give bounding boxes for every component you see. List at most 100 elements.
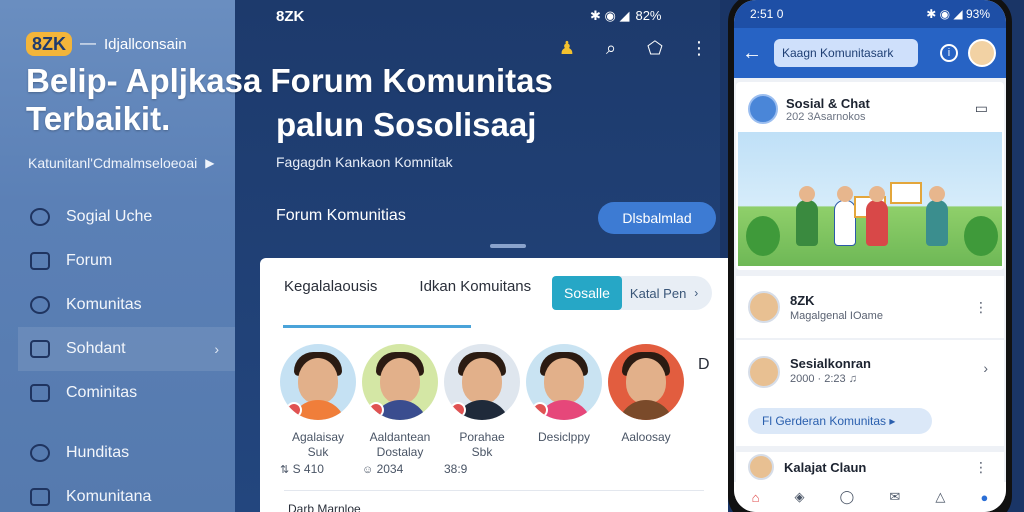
member-meta: ☺ 2034 [362,462,438,476]
more-icon[interactable]: ⋮ [688,38,710,59]
body-shape [618,400,674,420]
search-icon[interactable]: ⌕ [600,38,622,59]
tab-active-indicator [283,325,471,328]
chat-icon[interactable]: ◯ [840,489,855,505]
avatar[interactable] [362,344,438,420]
member-name-line-2: Dostalay [376,445,424,459]
avatar[interactable] [608,344,684,420]
member-name: Aaldantean Dostalay [362,430,438,460]
chevron-right-icon: › [214,341,219,357]
phone-status-icons: ✱ ◉ ◢ 93% [926,7,990,21]
badge-icon [368,402,384,418]
chat-icon [30,252,50,270]
list-item-title: Kalajat Claun [784,459,867,475]
avatar[interactable] [444,344,520,420]
phone-search-input[interactable]: Kaagn Komunitasark [774,39,918,67]
sidebar-item-hunditas[interactable]: Hunditas [18,431,235,475]
mail-icon[interactable]: ✉ [889,489,900,505]
back-arrow-icon[interactable]: ← [742,42,764,65]
member-card[interactable]: Aaldantean Dostalay ☺ 2034 [362,344,438,476]
bell-icon[interactable]: △ [935,489,945,505]
member-meta-value: 38:9 [444,462,468,476]
home-icon[interactable]: ⌂ [752,490,760,505]
sidebar-item-label: Cominitas [66,384,138,401]
card-footer[interactable]: Darb Marnloe [288,502,361,512]
brand-logo[interactable]: 8ZK [26,32,73,56]
head-illustration [929,186,945,202]
sidebar-item-sohdant[interactable]: Sohdant › [18,327,235,371]
tree-illustration [964,216,998,256]
sidebar-item-label: Komunitana [66,488,152,505]
chevron-right-icon[interactable]: › [694,286,698,300]
member-name-line-2: Sbk [471,445,493,459]
post-card[interactable]: Sosial & Chat 202 3Asarnokos ▭ [736,82,1004,270]
tab-pill-selected[interactable]: Sosalle [552,276,622,310]
member-list: Agalaisay Suk ⇅ S 410 Aaldantean Dostalay ☺ 2… [280,344,684,476]
member-name-line-1: Desiclppy [537,430,591,444]
member-card[interactable]: Desiclppy [526,344,602,476]
list-item-title: Sesialkonran [790,356,871,371]
status-bar: ✱ ◉ ◢ 82% [590,8,662,24]
list-item[interactable]: Kalajat Claun ⋮ [736,452,1004,482]
sidebar-item-sogial-uche[interactable]: Sogial Uche [18,195,235,239]
brand: 8ZK — Idjallconsain [26,32,187,56]
face-shape [626,358,666,404]
sidebar-item-komunitas[interactable]: Komunitas [18,283,235,327]
member-name-line-1: Porahae [459,430,505,444]
card-tabs: Kegalalaousis Idkan Komuitans [284,278,531,295]
member-name-line-2: Suk [307,445,329,459]
headline-line-3: palun Sosolisaaj [276,106,537,143]
breadcrumb[interactable]: Katunitanl'Cdmalmseloeoai ▶ [28,155,214,171]
member-meta-value: 2034 [376,462,404,476]
sidebar-item-komunitana[interactable]: Komunitana [18,475,235,512]
member-meta: 38:9 [444,462,520,476]
member-name-line-1: Aaloosay [621,430,671,444]
middle-subtitle: Fagagdn Kankaon Komnitak [276,154,453,170]
member-name-line-1: Agalaisay [291,430,345,444]
member-name: Porahae Sbk [444,430,520,460]
drag-handle[interactable] [490,244,526,248]
cta-button[interactable]: Dlsbalmlad [598,202,716,234]
member-meta-icon: ☺ [362,464,374,476]
badge-icon [286,402,302,418]
person-illustration [834,200,856,246]
avatar[interactable] [526,344,602,420]
more-icon[interactable]: ⋮ [974,299,988,316]
list-item-subtitle: Magalgenal IOame [790,309,883,322]
tab-kegalalaousis[interactable]: Kegalalaousis [284,278,377,295]
member-card[interactable]: Porahae Sbk 38:9 [444,344,520,476]
sidebar-item-cominitas[interactable]: Cominitas [18,371,235,415]
member-card[interactable]: Agalaisay Suk ⇅ S 410 [280,344,356,476]
profile-icon[interactable]: ● [981,490,989,505]
member-meta-icon: ⇅ [280,464,290,476]
member-meta: ⇅ S 410 [280,462,356,476]
member-name: Desiclppy [526,430,602,445]
face-shape [544,358,584,404]
sidebar-item-forum[interactable]: Forum [18,239,235,283]
face-shape [380,358,420,404]
info-icon[interactable]: i [940,44,958,62]
community-illustration [738,132,1002,266]
tab-pill-other[interactable]: Katal Pen [622,286,686,301]
chat-bubble-icon[interactable]: ▭ [975,100,988,117]
member-card[interactable]: Aaloosay [608,344,684,476]
pin-icon[interactable]: ◈ [795,489,805,505]
post-subtitle: 202 3Asarnokos [786,110,866,123]
sidebar-item-label: Hunditas [66,444,130,461]
share-icon[interactable]: ⬠ [644,38,666,59]
bell-icon[interactable]: ♟ [556,38,578,59]
list-item[interactable]: 8ZK Magalgenal IOame ⋮ [736,276,1004,338]
user-icon [30,296,50,314]
avatar[interactable] [968,39,996,67]
tab-idkan-komuitans[interactable]: Idkan Komuitans [419,278,531,295]
chevron-right-icon[interactable]: › [983,360,988,376]
headline-line-1: Belip- Apljkasa Forum Komunitas [26,62,553,99]
phone-time: 2:51 0 [750,7,784,21]
middle-title: 8ZK [276,8,305,25]
phone-status-bar: 2:51 0 ✱ ◉ ◢ 93% [734,0,1006,28]
more-icon[interactable]: ⋮ [974,459,988,476]
avatar[interactable] [280,344,356,420]
community-pill-button[interactable]: Fl Gerderan Komunitas ▸ [748,408,932,434]
avatar [748,291,780,323]
member-meta-value: S 410 [292,462,324,476]
